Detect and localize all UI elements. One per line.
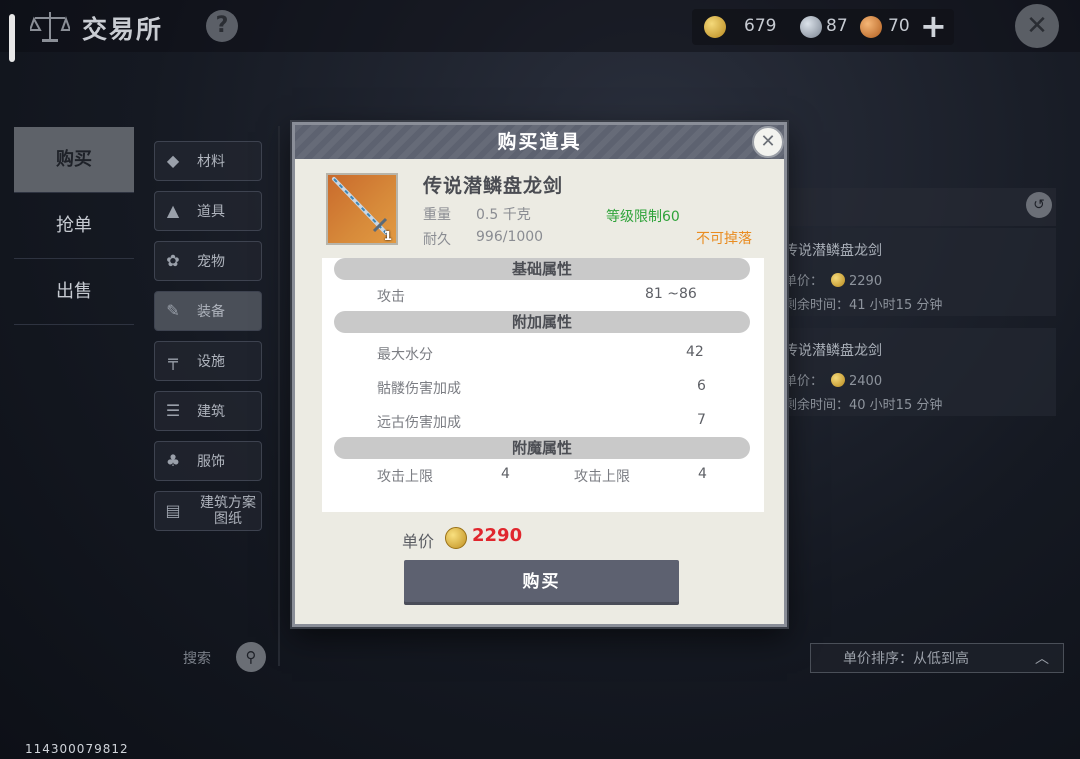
bronze-coin-icon xyxy=(860,16,882,38)
item-name: 传说潜鳞盘龙剑 xyxy=(423,175,564,197)
back-handle[interactable] xyxy=(9,14,15,62)
bronze-amount: 70 xyxy=(888,16,910,36)
no-drop-label: 不可掉落 xyxy=(696,231,752,247)
section-extra-attributes: 附加属性 xyxy=(334,311,750,333)
list-item[interactable]: 传说潜鳞盘龙剑 单价： 2400 剩余时间：40 小时15 分钟 xyxy=(784,328,1056,416)
search-icon[interactable]: ⚲ xyxy=(236,642,266,672)
unit-price: 2290 xyxy=(472,525,523,546)
search-label: 搜索 xyxy=(183,651,211,667)
ore-icon: ◆ xyxy=(166,151,180,170)
buy-button[interactable]: 购买 xyxy=(404,560,679,605)
listing-header xyxy=(784,188,1056,226)
category-pets[interactable]: ✿ 宠物 xyxy=(154,241,262,281)
stat-value: 81 ~86 xyxy=(645,286,697,302)
weight-value: 0.5 千克 xyxy=(476,207,531,223)
tab-buy[interactable]: 购买 xyxy=(14,127,134,193)
close-icon[interactable]: ✕ xyxy=(752,126,784,158)
stat-value: 42 xyxy=(686,344,704,360)
blueprint-icon: ▤ xyxy=(165,501,181,520)
buy-item-dialog: 购买道具 ✕ 1 传说潜鳞盘龙剑 重量 0.5 千克 耐久 996/1000 等… xyxy=(292,122,787,627)
unit-price-label: 单价 xyxy=(402,532,435,551)
sort-button[interactable]: 单价排序：从低到高 ︿ xyxy=(810,643,1064,673)
item-icon: 1 xyxy=(326,173,398,245)
facility-icon: ╤ xyxy=(168,351,178,370)
chevron-up-icon: ︿ xyxy=(1035,651,1049,667)
weight-label: 重量 xyxy=(423,207,451,223)
level-requirement: 等级限制60 xyxy=(606,209,680,225)
stat-value: 4 xyxy=(501,466,510,482)
gold-amount: 679 xyxy=(744,16,777,36)
sort-label: 单价排序：从低到高 xyxy=(843,651,969,667)
currency-bar xyxy=(692,9,954,45)
category-facilities[interactable]: ╤ 设施 xyxy=(154,341,262,381)
equipment-icon: ✎ xyxy=(166,301,180,320)
durability-value: 996/1000 xyxy=(476,229,544,245)
stat-label: 远古伤害加成 xyxy=(377,415,461,431)
category-clothing[interactable]: ♣ 服饰 xyxy=(154,441,262,481)
listing-price-label: 单价： xyxy=(784,274,824,289)
list-item[interactable]: 传说潜鳞盘龙剑 单价： 2290 剩余时间：41 小时15 分钟 xyxy=(784,228,1056,316)
category-items[interactable]: ▲ 道具 xyxy=(154,191,262,231)
gold-coin-icon xyxy=(831,373,846,387)
stat-value: 4 xyxy=(698,466,707,482)
gold-coin-icon xyxy=(445,527,467,549)
category-equipment[interactable]: ✎ 装备 xyxy=(154,291,262,331)
listing-time: 剩余时间：40 小时15 分钟 xyxy=(784,398,943,413)
category-blueprints[interactable]: ▤ 建筑方案 图纸 xyxy=(154,491,262,531)
paw-icon: ✿ xyxy=(166,251,180,270)
stat-value: 7 xyxy=(697,412,706,428)
silver-amount: 87 xyxy=(826,16,848,36)
dialog-title: 购买道具 xyxy=(497,131,582,153)
potion-icon: ▲ xyxy=(166,201,180,220)
close-icon[interactable]: ✕ xyxy=(1015,4,1059,48)
attributes-panel: 基础属性 攻击 81 ~86 附加属性 最大水分 42 骷髅伤害加成 6 远古伤… xyxy=(322,258,764,512)
item-count: 1 xyxy=(383,229,392,243)
listing-price-label: 单价： xyxy=(784,374,824,389)
refresh-icon[interactable]: ↺ xyxy=(1026,192,1052,218)
main-tabs: 购买 抢单 出售 xyxy=(14,127,134,327)
page-title: 交易所 xyxy=(82,15,164,44)
help-button[interactable]: ? xyxy=(206,10,238,42)
stat-label: 骷髅伤害加成 xyxy=(377,381,461,397)
divider xyxy=(278,126,280,666)
brick-icon: ☰ xyxy=(165,401,181,420)
silver-coin-icon xyxy=(800,16,822,38)
durability-label: 耐久 xyxy=(423,232,451,248)
stat-value: 6 xyxy=(697,378,706,394)
listing-price: 2400 xyxy=(849,374,883,389)
gold-coin-icon xyxy=(831,273,846,287)
listing-time: 剩余时间：41 小时15 分钟 xyxy=(784,298,943,313)
stat-label: 攻击 xyxy=(377,289,405,305)
user-id: 114300079812 xyxy=(25,742,129,756)
listing-price: 2290 xyxy=(849,274,883,289)
section-basic-attributes: 基础属性 xyxy=(334,258,750,280)
stat-label: 最大水分 xyxy=(377,347,433,363)
scale-icon xyxy=(30,12,70,42)
category-materials[interactable]: ◆ 材料 xyxy=(154,141,262,181)
listing-name: 传说潜鳞盘龙剑 xyxy=(784,343,882,359)
tab-sell[interactable]: 出售 xyxy=(14,259,134,325)
listing-name: 传说潜鳞盘龙剑 xyxy=(784,243,882,259)
add-currency-button[interactable]: + xyxy=(920,8,947,44)
section-enchant-attributes: 附魔属性 xyxy=(334,437,750,459)
tab-grab-order[interactable]: 抢单 xyxy=(14,193,134,259)
category-buildings[interactable]: ☰ 建筑 xyxy=(154,391,262,431)
gold-coin-icon xyxy=(704,16,726,38)
clothes-icon: ♣ xyxy=(165,451,181,470)
stat-label: 攻击上限 xyxy=(377,469,433,485)
stat-label: 攻击上限 xyxy=(574,469,630,485)
